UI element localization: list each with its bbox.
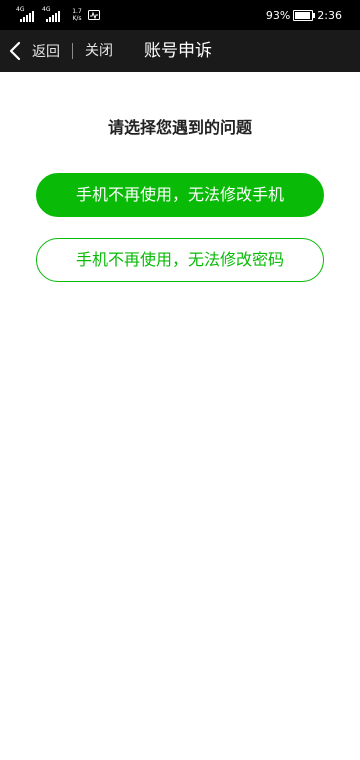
battery-percent: 93%	[265, 8, 291, 22]
option-change-phone-button[interactable]: 手机不再使用，无法修改手机	[36, 173, 324, 217]
page-title: 账号申诉	[144, 41, 212, 61]
question-heading: 请选择您遇到的问题	[107, 118, 252, 137]
clock: 2:36	[317, 8, 342, 22]
signal-strength-icon-2: 4G	[42, 7, 64, 22]
network-speed: 1.7 K/s	[70, 8, 84, 22]
activity-icon	[88, 10, 100, 20]
status-bar: 4G 4G 1.7 K/s 93% 2:36	[0, 0, 360, 30]
option-change-password-button[interactable]: 手机不再使用，无法修改密码	[36, 238, 324, 282]
battery-icon	[293, 9, 316, 21]
close-button[interactable]: 关闭	[85, 30, 113, 72]
chevron-left-icon	[9, 41, 21, 61]
status-left: 4G 4G 1.7 K/s	[16, 6, 100, 24]
back-button[interactable]: 返回	[8, 30, 60, 72]
status-right: 93% 2:36	[266, 6, 342, 24]
network-speed-unit: K/s	[72, 15, 82, 22]
nav-divider	[72, 43, 73, 59]
network-speed-value: 1.7	[72, 8, 82, 15]
battery-fill	[295, 11, 311, 19]
back-label: 返回	[32, 44, 60, 60]
nav-bar: 返回 关闭 账号申诉	[0, 30, 360, 72]
signal-strength-icon: 4G	[16, 7, 38, 22]
